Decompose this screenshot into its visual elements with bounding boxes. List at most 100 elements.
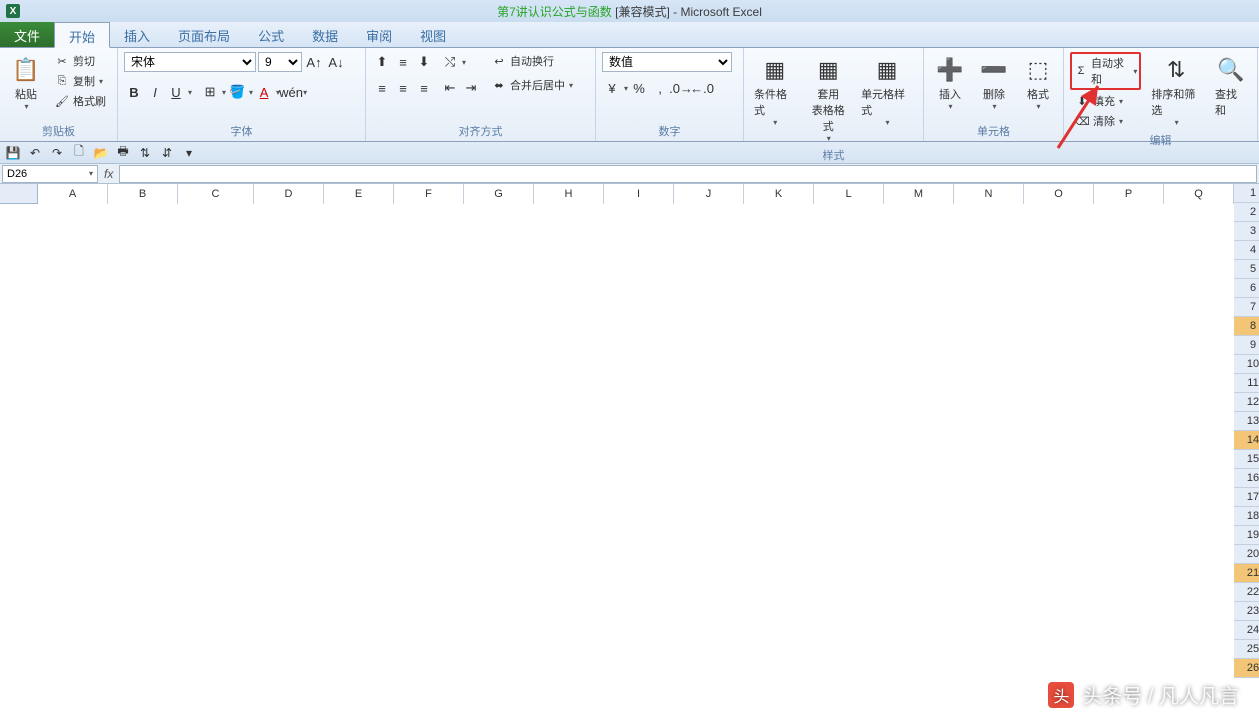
tab-formula[interactable]: 公式	[244, 22, 298, 47]
table-format[interactable]: ▦套用 表格格式▾	[804, 52, 854, 145]
row-header[interactable]: 10	[1234, 355, 1259, 374]
qat-redo[interactable]: ↷	[48, 144, 66, 162]
align-right[interactable]: ≡	[414, 78, 434, 98]
col-header[interactable]: G	[464, 184, 534, 204]
row-header[interactable]: 6	[1234, 279, 1259, 298]
italic-button[interactable]: I	[145, 82, 165, 102]
qat-more[interactable]: ▾	[180, 144, 198, 162]
font-name-select[interactable]: 宋体	[124, 52, 256, 72]
qat-sort[interactable]: ⇅	[136, 144, 154, 162]
col-header[interactable]: O	[1024, 184, 1094, 204]
qat-save[interactable]: 💾	[4, 144, 22, 162]
bold-button[interactable]: B	[124, 82, 144, 102]
align-top[interactable]: ⬆	[372, 52, 392, 72]
row-header[interactable]: 20	[1234, 545, 1259, 564]
col-header[interactable]: L	[814, 184, 884, 204]
row-header[interactable]: 9	[1234, 336, 1259, 355]
qat-open[interactable]: 📂	[92, 144, 110, 162]
row-header[interactable]: 18	[1234, 507, 1259, 526]
row-header[interactable]: 5	[1234, 260, 1259, 279]
col-header[interactable]: F	[394, 184, 464, 204]
col-header[interactable]: P	[1094, 184, 1164, 204]
indent-inc[interactable]: ⇥	[461, 78, 481, 98]
tab-home[interactable]: 开始	[54, 22, 110, 48]
col-header[interactable]: N	[954, 184, 1024, 204]
row-header[interactable]: 13	[1234, 412, 1259, 431]
row-header[interactable]: 23	[1234, 602, 1259, 621]
col-header[interactable]: J	[674, 184, 744, 204]
align-bottom[interactable]: ⬇	[414, 52, 434, 72]
painter-button[interactable]: 🖌格式刷	[50, 92, 110, 110]
cell-styles[interactable]: ▦单元格样式▾	[857, 52, 917, 129]
col-header[interactable]: B	[108, 184, 178, 204]
row-header[interactable]: 15	[1234, 450, 1259, 469]
tab-view[interactable]: 视图	[406, 22, 460, 47]
row-header[interactable]: 14	[1234, 431, 1259, 450]
currency-button[interactable]: ¥	[602, 78, 622, 98]
paste-button[interactable]: 📋 粘贴▾	[6, 52, 46, 113]
align-center[interactable]: ≡	[393, 78, 413, 98]
merge-center[interactable]: ⬌合并后居中▾	[487, 76, 577, 94]
col-header[interactable]: I	[604, 184, 674, 204]
file-tab[interactable]: 文件	[0, 22, 54, 47]
qat-undo[interactable]: ↶	[26, 144, 44, 162]
row-header[interactable]: 17	[1234, 488, 1259, 507]
percent-button[interactable]: %	[629, 78, 649, 98]
row-header[interactable]: 12	[1234, 393, 1259, 412]
tab-layout[interactable]: 页面布局	[164, 22, 244, 47]
underline-button[interactable]: U	[166, 82, 186, 102]
row-header[interactable]: 4	[1234, 241, 1259, 260]
clear-button[interactable]: ⌫清除▾	[1070, 112, 1141, 130]
qat-sort2[interactable]: ⇵	[158, 144, 176, 162]
grow-font-icon[interactable]: A↑	[304, 52, 324, 72]
font-size-select[interactable]: 9	[258, 52, 302, 72]
row-header[interactable]: 2	[1234, 203, 1259, 222]
dec-decimal[interactable]: ←.0	[692, 78, 712, 98]
row-header[interactable]: 25	[1234, 640, 1259, 659]
col-header[interactable]: M	[884, 184, 954, 204]
fx-icon[interactable]: fx	[104, 167, 113, 181]
cond-format[interactable]: ▦条件格式▾	[750, 52, 800, 129]
row-header[interactable]: 7	[1234, 298, 1259, 317]
format-cells[interactable]: ⬚格式▾	[1018, 52, 1058, 113]
row-header[interactable]: 8	[1234, 317, 1259, 336]
fill-button[interactable]: ⬇填充▾	[1070, 92, 1141, 110]
insert-cells[interactable]: ➕插入▾	[930, 52, 970, 113]
row-header[interactable]: 16	[1234, 469, 1259, 488]
shrink-font-icon[interactable]: A↓	[326, 52, 346, 72]
comma-button[interactable]: ,	[650, 78, 670, 98]
indent-dec[interactable]: ⇤	[440, 78, 460, 98]
sort-filter[interactable]: ⇅排序和筛选▾	[1147, 52, 1205, 130]
col-header[interactable]: K	[744, 184, 814, 204]
col-header[interactable]: C	[178, 184, 254, 204]
align-left[interactable]: ≡	[372, 78, 392, 98]
row-header[interactable]: 22	[1234, 583, 1259, 602]
col-header[interactable]: D	[254, 184, 324, 204]
tab-data[interactable]: 数据	[298, 22, 352, 47]
border-button[interactable]: ⊞	[200, 82, 220, 102]
autosum-button[interactable]: Σ自动求和▾	[1070, 52, 1141, 90]
tab-insert[interactable]: 插入	[110, 22, 164, 47]
row-header[interactable]: 1	[1234, 184, 1259, 203]
tab-review[interactable]: 审阅	[352, 22, 406, 47]
formula-bar[interactable]	[119, 165, 1257, 183]
qat-print[interactable]: 🖶	[114, 144, 132, 162]
find-select[interactable]: 🔍查找和	[1211, 52, 1251, 130]
font-color-button[interactable]: A	[254, 82, 274, 102]
inc-decimal[interactable]: .0→	[671, 78, 691, 98]
wrap-text[interactable]: ↩自动换行	[487, 52, 577, 70]
phonetic-button[interactable]: wén	[281, 82, 301, 102]
row-header[interactable]: 3	[1234, 222, 1259, 241]
col-header[interactable]: H	[534, 184, 604, 204]
row-header[interactable]: 26	[1234, 659, 1259, 678]
number-format-select[interactable]: 数值	[602, 52, 732, 72]
qat-new[interactable]: 🗋	[70, 144, 88, 162]
row-header[interactable]: 24	[1234, 621, 1259, 640]
row-header[interactable]: 19	[1234, 526, 1259, 545]
align-middle[interactable]: ≡	[393, 52, 413, 72]
orientation[interactable]: ⤭	[440, 52, 460, 72]
cut-button[interactable]: ✂剪切	[50, 52, 110, 70]
copy-button[interactable]: ⎘复制▾	[50, 72, 110, 90]
col-header[interactable]: A	[38, 184, 108, 204]
delete-cells[interactable]: ➖删除▾	[974, 52, 1014, 113]
